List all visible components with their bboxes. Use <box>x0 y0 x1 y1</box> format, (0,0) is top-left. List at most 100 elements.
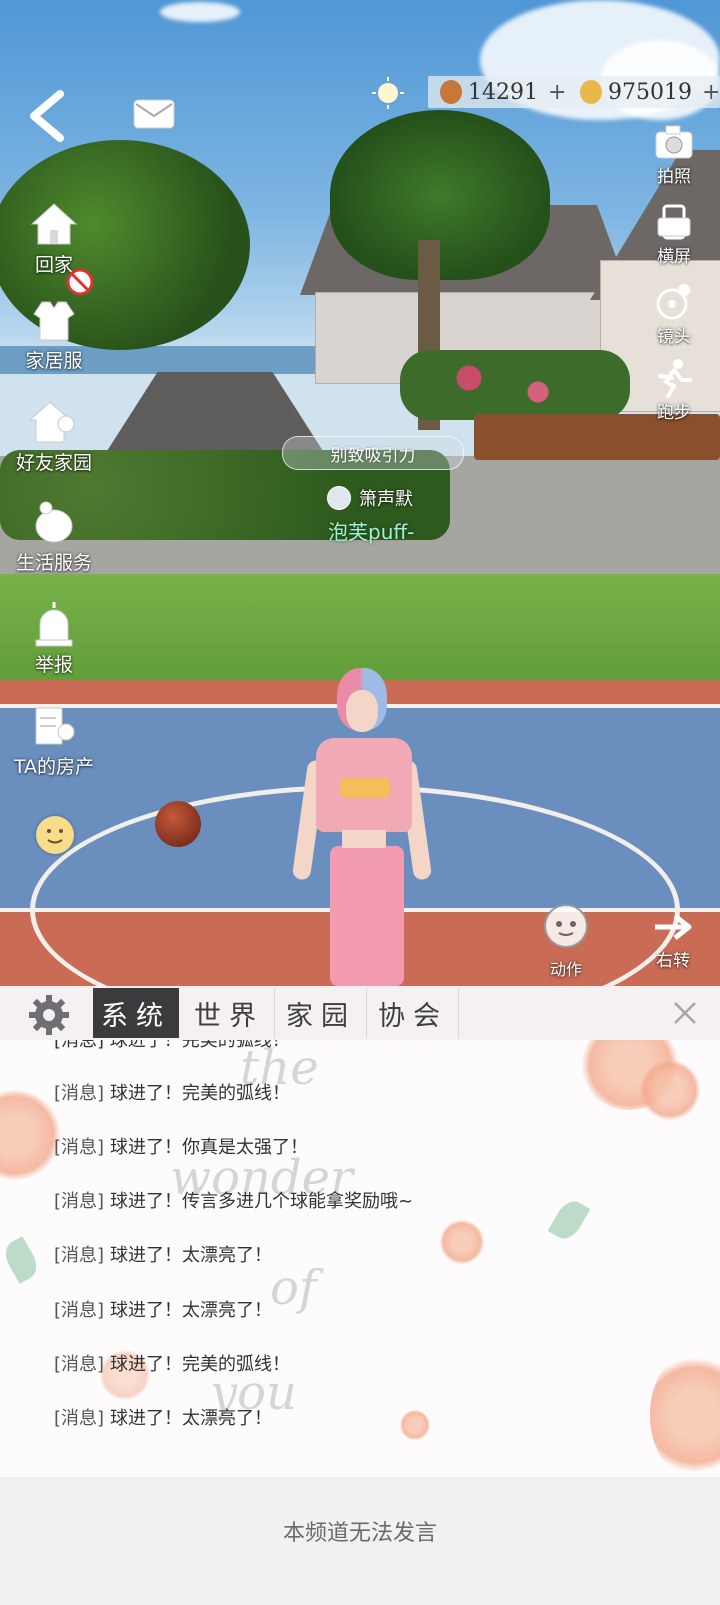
gear-icon <box>29 995 69 1035</box>
friend-home-icon <box>28 401 75 443</box>
tab-guild-label: 协会 <box>378 1000 448 1032</box>
back-button[interactable] <box>26 90 66 142</box>
report-alarm-icon <box>35 602 73 647</box>
message-tag: [消息] <box>54 1354 105 1375</box>
report-button[interactable]: 举报 <box>4 600 104 677</box>
close-button[interactable] <box>670 998 700 1028</box>
lens-icon <box>656 284 690 320</box>
running-button[interactable]: 跑步 <box>634 358 714 423</box>
game-scene[interactable]: 14291 + 975019 + 回家 家居服 好友家园 生活服务 举报 TA的… <box>0 0 720 986</box>
property-icon <box>35 707 75 745</box>
rotate-screen-icon <box>657 204 691 240</box>
chat-message-text: 球进了！传言多进几个球能拿奖励哦~ <box>110 1191 414 1212</box>
currency-bar: 14291 + 975019 + <box>428 76 720 108</box>
palm-tree <box>330 110 550 280</box>
action-button[interactable]: 动作 <box>536 902 596 980</box>
basketball[interactable] <box>155 801 201 847</box>
friend-home-label: 好友家园 <box>15 452 92 474</box>
flower-decoration <box>650 1350 720 1477</box>
chat-message: [消息] 球进了！你真是太强了！ <box>54 1133 308 1159</box>
player-title-tag: 别致吸引力 <box>282 436 464 470</box>
chat-message: [消息] 球进了！完美的弧线！ <box>54 1079 290 1105</box>
acorn-currency[interactable]: 14291 + <box>440 76 566 108</box>
chat-message: [消息] 球进了！完美的弧线！ <box>54 1040 290 1052</box>
turn-right-label: 右转 <box>656 951 690 971</box>
gold-coin-icon <box>580 80 602 104</box>
tab-system-label: 系统 <box>101 1000 171 1032</box>
flower-decoration <box>440 1220 484 1264</box>
chat-message: [消息] 球进了！太漂亮了！ <box>54 1296 272 1322</box>
property-label: TA的房产 <box>13 756 95 778</box>
smiley-icon <box>47 829 63 844</box>
acorn-coin-icon <box>440 80 462 104</box>
action-label: 动作 <box>549 960 582 979</box>
action-bubble-icon <box>544 904 588 948</box>
leaf-decoration <box>0 1236 43 1284</box>
flower-decoration <box>400 1410 430 1440</box>
rotate-screen-label: 横屏 <box>657 247 691 267</box>
tab-home[interactable]: 家园 <box>276 988 367 1038</box>
message-tag: [消息] <box>54 1408 105 1429</box>
message-tag: [消息] <box>54 1245 105 1266</box>
message-tag: [消息] <box>54 1083 105 1104</box>
emoji-button[interactable] <box>36 816 74 854</box>
chat-message-text: 球进了！太漂亮了！ <box>110 1408 273 1429</box>
camera-button[interactable]: 拍照 <box>634 122 714 187</box>
lens-label: 镜头 <box>657 327 691 347</box>
chat-message-text: 球进了！太漂亮了！ <box>110 1300 273 1321</box>
chat-message: [消息] 球进了！太漂亮了！ <box>54 1404 272 1430</box>
guild-badge-icon <box>327 486 351 510</box>
chat-message-list[interactable]: the wonder of you [消息] 球进了！完美的弧线！ [消息] 球进… <box>0 1040 720 1477</box>
mail-button[interactable] <box>132 98 176 130</box>
home-icon <box>30 203 78 245</box>
property-button[interactable]: TA的房产 <box>4 702 104 779</box>
chat-message-text: 球进了！完美的弧线！ <box>110 1083 291 1104</box>
watermark-text: of <box>270 1260 317 1316</box>
chat-message: [消息] 球进了！完美的弧线！ <box>54 1350 290 1376</box>
tab-world-label: 世界 <box>194 1000 264 1032</box>
player-guild-text: 箫声默 <box>359 489 413 510</box>
chat-message-text: 球进了！你真是太强了！ <box>110 1137 309 1158</box>
tab-home-label: 家园 <box>286 1000 356 1032</box>
chat-tab-bar: 系统 世界 家园 协会 <box>0 986 720 1041</box>
arrow-right-icon <box>655 914 692 940</box>
chat-message: [消息] 球进了！传言多进几个球能拿奖励哦~ <box>54 1187 413 1213</box>
flower-bed <box>400 350 630 420</box>
acorn-currency-value: 14291 <box>468 79 538 105</box>
lens-button[interactable]: 镜头 <box>634 282 714 347</box>
add-acorn-icon[interactable]: + <box>548 80 566 105</box>
settings-button[interactable] <box>28 994 70 1036</box>
add-gold-icon[interactable]: + <box>702 80 720 105</box>
camera-icon <box>655 125 693 159</box>
character-belly <box>342 830 386 848</box>
weather-sun-icon <box>371 76 405 110</box>
home-button[interactable]: 回家 <box>4 200 104 277</box>
running-label: 跑步 <box>657 403 691 423</box>
tab-system[interactable]: 系统 <box>93 988 179 1038</box>
no-entry-icon <box>66 268 94 296</box>
tab-guild[interactable]: 协会 <box>368 988 459 1038</box>
player-title-text: 别致吸引力 <box>330 445 416 466</box>
chat-message-text: 球进了！太漂亮了！ <box>110 1245 273 1266</box>
life-service-button[interactable]: 生活服务 <box>4 498 104 575</box>
homewear-icon <box>33 301 75 341</box>
rotate-screen-button[interactable]: 横屏 <box>634 202 714 267</box>
gold-currency[interactable]: 975019 + <box>580 76 720 108</box>
leaf-decoration <box>547 1196 591 1244</box>
life-service-icon <box>35 501 73 543</box>
homewear-button[interactable]: 家居服 <box>4 296 104 373</box>
flower-decoration <box>0 1090 60 1180</box>
friend-home-button[interactable]: 好友家园 <box>4 398 104 475</box>
chevron-left-icon <box>30 90 64 142</box>
chat-message-text: [消息] 球进了！完美的弧线！ <box>54 1040 290 1051</box>
character-pants <box>330 846 404 986</box>
gold-currency-value: 975019 <box>608 79 692 105</box>
message-tag: [消息] <box>54 1137 105 1158</box>
homewear-label: 家居服 <box>25 350 83 372</box>
channel-muted-notice: 本频道无法发言 <box>282 1521 437 1546</box>
chat-input-area: 本频道无法发言 <box>0 1477 720 1605</box>
tab-world[interactable]: 世界 <box>184 988 275 1038</box>
mail-icon <box>133 99 175 129</box>
character-shirt-logo <box>340 778 390 798</box>
turn-right-button[interactable]: 右转 <box>638 912 708 971</box>
